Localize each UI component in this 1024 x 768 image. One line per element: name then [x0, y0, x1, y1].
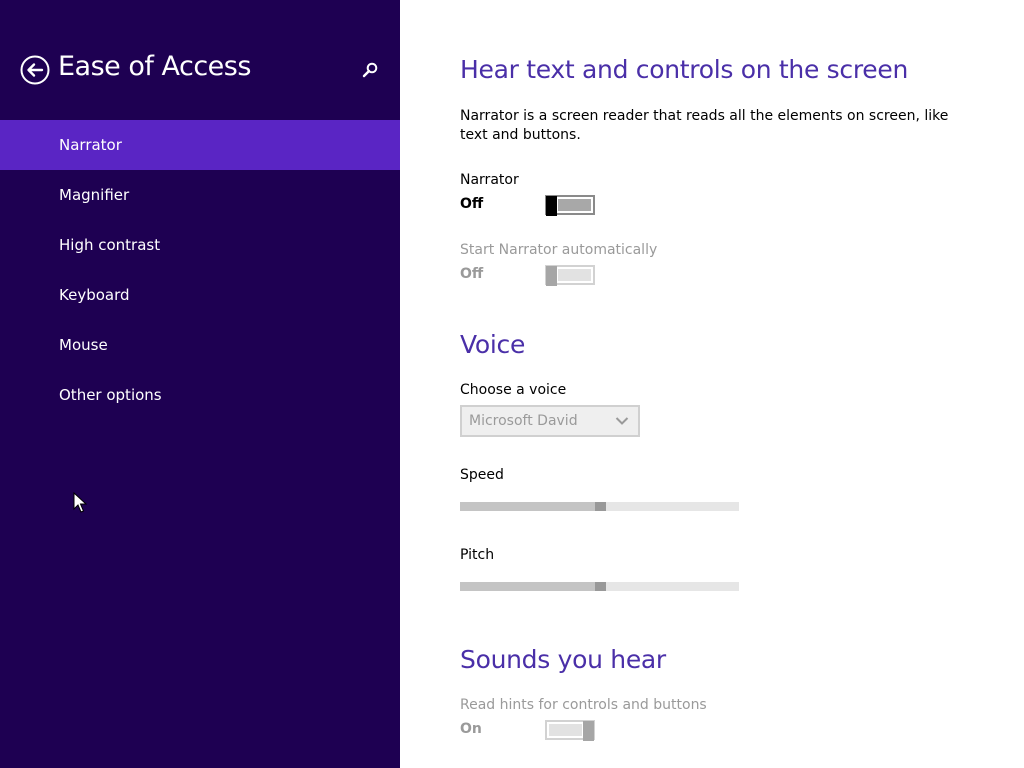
main-content: Hear text and controls on the screen Nar… [460, 0, 980, 768]
toggle-knob [546, 196, 557, 216]
narrator-description: Narrator is a screen reader that reads a… [460, 108, 949, 143]
sidebar: Ease of Access Narrator Magnifier High c… [0, 0, 400, 768]
read-hints-label: Read hints for controls and buttons [460, 697, 707, 713]
section-title-hear-text: Hear text and controls on the screen [460, 55, 908, 84]
speed-slider[interactable] [460, 502, 739, 511]
voice-dropdown-value: Microsoft David [469, 413, 578, 429]
search-icon [362, 62, 378, 78]
read-hints-toggle[interactable] [545, 720, 595, 741]
slider-thumb[interactable] [594, 582, 606, 591]
read-hints-state: On [460, 721, 482, 737]
toggle-knob [546, 266, 557, 286]
mouse-pointer-icon [73, 491, 88, 518]
narrator-state: Off [460, 196, 484, 212]
pitch-label: Pitch [460, 547, 495, 563]
toggle-track [558, 269, 591, 281]
slider-thumb[interactable] [594, 502, 606, 511]
chevron-down-icon [615, 417, 629, 425]
back-arrow-circle-icon [20, 55, 50, 85]
auto-start-state: Off [460, 266, 484, 282]
narrator-toggle[interactable] [545, 195, 595, 216]
sidebar-item-magnifier[interactable]: Magnifier [0, 170, 400, 220]
page-title: Ease of Access [58, 51, 251, 82]
section-title-sounds: Sounds you hear [460, 645, 666, 674]
choose-voice-label: Choose a voice [460, 382, 567, 398]
toggle-track [558, 199, 591, 211]
auto-start-toggle[interactable] [545, 265, 595, 286]
sidebar-item-narrator[interactable]: Narrator [0, 120, 400, 170]
sidebar-item-high-contrast[interactable]: High contrast [0, 220, 400, 270]
toggle-knob [583, 721, 594, 741]
pitch-slider[interactable] [460, 582, 739, 591]
slider-fill [460, 502, 600, 511]
narrator-label: Narrator [460, 172, 519, 188]
back-button[interactable] [20, 55, 50, 85]
sidebar-nav: Narrator Magnifier High contrast Keyboar… [0, 120, 400, 420]
sidebar-item-other-options[interactable]: Other options [0, 370, 400, 420]
speed-label: Speed [460, 467, 504, 483]
slider-fill [460, 582, 600, 591]
sidebar-item-mouse[interactable]: Mouse [0, 320, 400, 370]
auto-start-label: Start Narrator automatically [460, 242, 658, 258]
toggle-track [549, 724, 582, 736]
sidebar-item-keyboard[interactable]: Keyboard [0, 270, 400, 320]
section-title-voice: Voice [460, 330, 526, 359]
voice-dropdown[interactable]: Microsoft David [460, 405, 640, 437]
search-button[interactable] [360, 60, 380, 80]
